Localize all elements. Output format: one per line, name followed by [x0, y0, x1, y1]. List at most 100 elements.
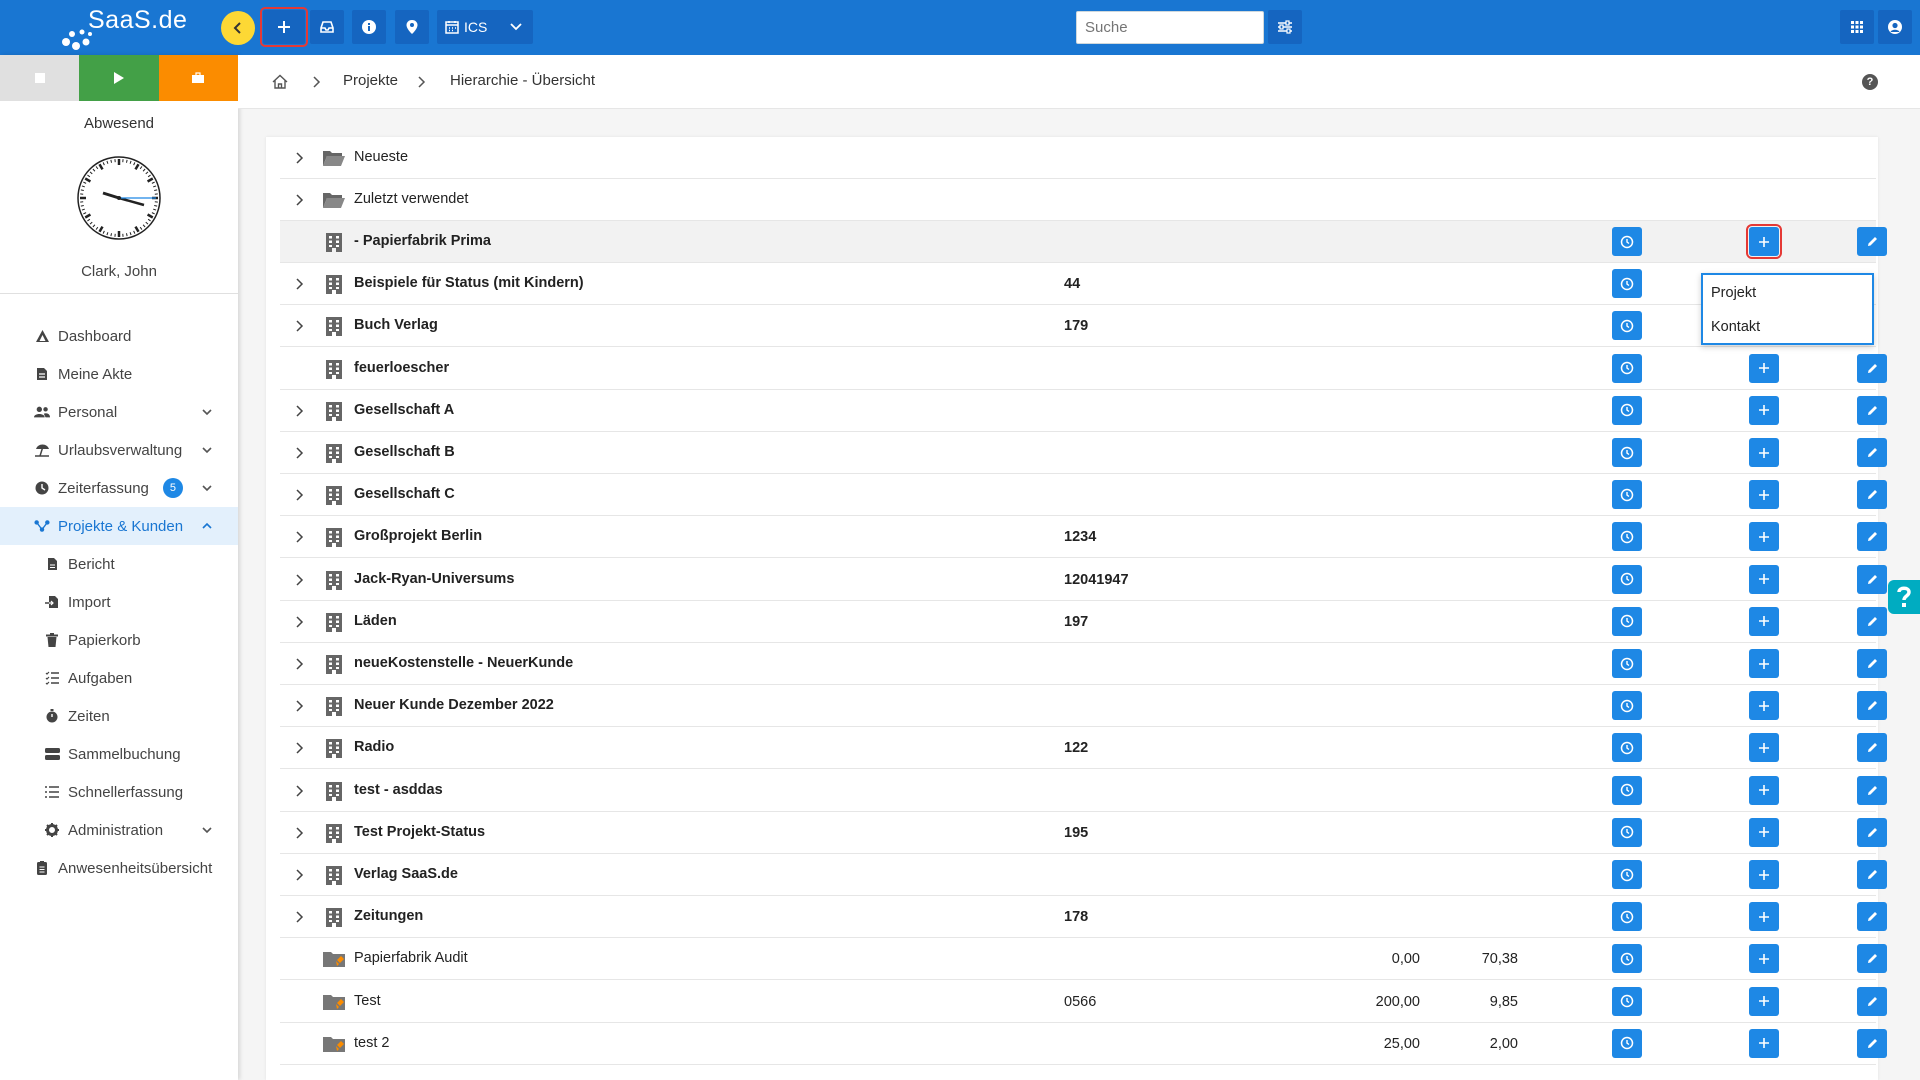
tree-row[interactable]: Test 0566 200,00 9,85	[280, 981, 1887, 1023]
tree-row[interactable]: Verlag SaaS.de	[280, 854, 1887, 896]
edit-button[interactable]	[1857, 860, 1887, 889]
chevron-right-icon[interactable]	[292, 615, 306, 629]
floating-help-button[interactable]	[1888, 580, 1920, 614]
edit-button[interactable]	[1857, 438, 1887, 467]
chevron-right-icon[interactable]	[292, 319, 306, 333]
add-child-button[interactable]	[1749, 353, 1779, 383]
edit-button[interactable]	[1857, 480, 1887, 510]
add-child-button[interactable]	[1749, 733, 1779, 763]
tree-row[interactable]: Buch Verlag 179	[280, 305, 1876, 348]
add-child-button[interactable]	[1749, 691, 1779, 721]
add-child-button[interactable]	[1749, 564, 1779, 594]
info-button[interactable]	[352, 10, 386, 44]
edit-button[interactable]	[1857, 227, 1887, 256]
add-child-button[interactable]	[1749, 817, 1779, 847]
search-filter-button[interactable]	[1268, 10, 1302, 44]
time-entry-button[interactable]	[1612, 438, 1642, 467]
tree-row[interactable]: Läden 197	[280, 601, 1887, 643]
edit-button[interactable]	[1857, 902, 1887, 932]
time-entry-button[interactable]	[1612, 733, 1642, 763]
sidebar-item-personal[interactable]: Personal	[0, 393, 238, 431]
time-entry-button[interactable]	[1612, 986, 1642, 1016]
sidebar-item-bericht[interactable]: Bericht	[0, 545, 238, 583]
edit-button[interactable]	[1857, 944, 1887, 974]
edit-button[interactable]	[1857, 649, 1887, 678]
dropdown-option-projekt[interactable]: Projekt	[1703, 276, 1872, 310]
sidebar-item-urlaubsverwaltung[interactable]: Urlaubsverwaltung	[0, 431, 238, 469]
time-entry-button[interactable]	[1612, 395, 1642, 425]
tree-row-neueste[interactable]: Neueste	[280, 137, 1876, 179]
tree-row[interactable]: Gesellschaft C	[280, 474, 1887, 517]
collapse-sidebar-button[interactable]	[221, 11, 255, 45]
chevron-right-icon[interactable]	[292, 193, 306, 207]
time-entry-button[interactable]	[1612, 522, 1642, 552]
chevron-right-icon[interactable]	[292, 657, 306, 671]
tree-row[interactable]: Zeitungen 178	[280, 896, 1887, 939]
location-button[interactable]	[395, 10, 429, 44]
sidebar-item-zeiten[interactable]: Zeiten	[0, 697, 238, 735]
sidebar-item-zeiterfassung[interactable]: Zeiterfassung 5	[0, 469, 238, 507]
edit-button[interactable]	[1857, 606, 1887, 636]
tree-row[interactable]: Gesellschaft A	[280, 390, 1887, 432]
tree-row[interactable]: Test Projekt-Status 195	[280, 812, 1887, 854]
edit-button[interactable]	[1857, 522, 1887, 552]
chevron-right-icon[interactable]	[292, 784, 306, 798]
chevron-right-icon[interactable]	[292, 446, 306, 460]
time-entry-button[interactable]	[1612, 606, 1642, 636]
edit-button[interactable]	[1857, 733, 1887, 763]
tree-row[interactable]: Radio 122	[280, 727, 1887, 770]
tree-row-zuletzt-verwendet[interactable]: Zuletzt verwendet	[280, 179, 1876, 221]
tree-row[interactable]: neueKostenstelle - NeuerKunde	[280, 643, 1887, 685]
sidebar-item-anwesenheitsuebersicht[interactable]: Anwesenheitsübersicht	[0, 849, 238, 887]
time-entry-button[interactable]	[1612, 649, 1642, 678]
tree-row[interactable]: Papierfabrik Audit 0,00 70,38	[280, 938, 1887, 981]
add-child-button[interactable]	[1749, 438, 1779, 467]
add-child-button[interactable]	[1749, 902, 1779, 932]
add-child-button[interactable]	[1749, 775, 1779, 805]
chevron-right-icon[interactable]	[292, 573, 306, 587]
sidebar-item-papierkorb[interactable]: Papierkorb	[0, 621, 238, 659]
tree-row[interactable]: Großprojekt Berlin 1234	[280, 516, 1887, 559]
add-child-button[interactable]	[1749, 480, 1779, 510]
chevron-right-icon[interactable]	[292, 488, 306, 502]
sidebar-item-administration[interactable]: Administration	[0, 811, 238, 849]
chevron-right-icon[interactable]	[292, 699, 306, 713]
time-entry-button[interactable]	[1612, 902, 1642, 932]
breadcrumb-projekte[interactable]: Projekte	[343, 72, 398, 89]
edit-button[interactable]	[1857, 775, 1887, 805]
help-icon[interactable]: ?	[1862, 74, 1878, 90]
sidebar-item-aufgaben[interactable]: Aufgaben	[0, 659, 238, 697]
tree-row[interactable]: Beispiele für Status (mit Kindern) 44	[280, 263, 1876, 306]
stop-button[interactable]	[0, 55, 80, 101]
edit-button[interactable]	[1857, 986, 1887, 1016]
add-child-button[interactable]	[1749, 649, 1779, 678]
dropdown-option-kontakt[interactable]: Kontakt	[1703, 310, 1872, 344]
time-entry-button[interactable]	[1612, 817, 1642, 847]
tree-row[interactable]: Neuer Kunde Dezember 2022	[280, 685, 1887, 728]
chevron-right-icon[interactable]	[292, 910, 306, 924]
chevron-right-icon[interactable]	[292, 741, 306, 755]
tree-row[interactable]: - Papierfabrik Prima	[280, 221, 1887, 263]
time-entry-button[interactable]	[1612, 691, 1642, 721]
time-entry-button[interactable]	[1612, 353, 1642, 383]
tree-row[interactable]: feuerloescher	[280, 348, 1887, 390]
time-entry-button[interactable]	[1612, 480, 1642, 510]
tree-row[interactable]: Gesellschaft B	[280, 432, 1887, 474]
chevron-right-icon[interactable]	[292, 404, 306, 418]
time-entry-button[interactable]	[1612, 944, 1642, 974]
sidebar-item-dashboard[interactable]: Dashboard	[0, 317, 238, 355]
edit-button[interactable]	[1857, 1028, 1887, 1058]
inbox-button[interactable]	[310, 10, 344, 44]
chevron-right-icon[interactable]	[292, 277, 306, 291]
time-entry-button[interactable]	[1612, 311, 1642, 341]
chevron-right-icon[interactable]	[292, 151, 306, 165]
add-child-button[interactable]	[1746, 224, 1782, 259]
ics-calendar-button[interactable]: ICS	[437, 10, 533, 44]
add-child-button[interactable]	[1749, 606, 1779, 636]
time-entry-button[interactable]	[1612, 860, 1642, 889]
add-child-button[interactable]	[1749, 860, 1779, 889]
edit-button[interactable]	[1857, 564, 1887, 594]
chevron-right-icon[interactable]	[292, 530, 306, 544]
add-child-button[interactable]	[1749, 986, 1779, 1016]
add-child-button[interactable]	[1749, 522, 1779, 552]
